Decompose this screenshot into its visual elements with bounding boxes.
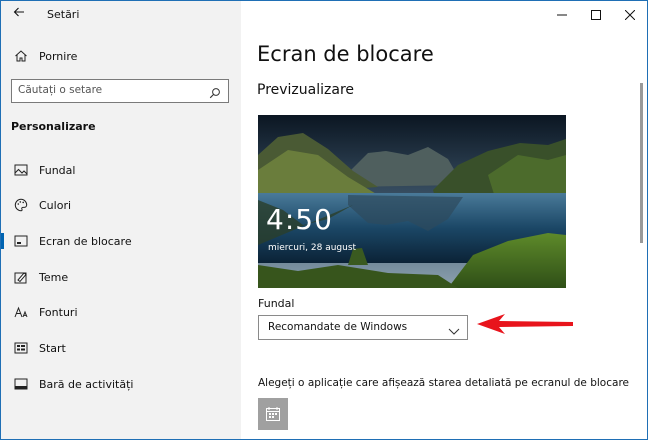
detailed-status-app-label: Alegeți o aplicație care afișează starea… [258,377,629,389]
title-bar: Setări [1,1,241,29]
background-dropdown[interactable]: Recomandate de Windows [258,315,468,340]
nav-home[interactable]: Pornire [1,43,241,69]
nav-home-label: Pornire [39,49,78,63]
themes-icon [12,268,30,286]
sidebar-item-label: Ecran de blocare [39,234,132,248]
preview-clock: 4:50 [266,203,333,236]
maximize-button[interactable] [579,1,613,29]
sidebar-item-label: Teme [39,270,69,284]
sidebar-item-teme[interactable]: Teme [1,263,241,291]
lock-screen-icon [12,232,30,250]
background-label: Fundal [258,297,295,310]
sidebar-item-label: Fundal [39,163,76,177]
sidebar: Setări Pornire Personalizare Fundal [1,1,241,439]
maximize-icon [591,10,601,20]
sidebar-item-ecran-de-blocare[interactable]: Ecran de blocare [1,227,241,255]
image-icon [12,161,30,179]
minimize-icon [557,14,567,16]
page-title: Ecran de blocare [257,42,434,66]
sidebar-item-fonturi[interactable]: Fonturi [1,298,241,326]
chevron-down-icon [448,322,460,335]
sidebar-item-label: Fonturi [39,305,78,319]
home-icon [12,47,30,65]
sidebar-item-bara-de-activitati[interactable]: Bară de activități [1,370,241,398]
back-button[interactable] [9,5,29,25]
taskbar-icon [12,375,30,393]
preview-landscape [258,115,566,288]
lock-screen-preview: 4:50 miercuri, 28 august [258,115,566,288]
background-dropdown-value: Recomandate de Windows [268,321,408,333]
search-box[interactable] [11,79,229,103]
sidebar-item-label: Bară de activități [39,377,134,391]
settings-window: Setări Pornire Personalizare Fundal [0,0,648,440]
scrollbar[interactable] [640,83,643,243]
start-icon [12,339,30,357]
search-input[interactable] [18,84,203,96]
close-icon [625,10,635,20]
app-title: Setări [47,8,80,21]
back-arrow-icon [13,7,24,17]
font-icon [12,303,30,321]
palette-icon [12,196,30,214]
preview-date: miercuri, 28 august [268,243,357,253]
preview-heading: Previzualizare [257,82,355,98]
annotation-arrow-icon [477,314,573,334]
sidebar-item-label: Culori [39,198,72,212]
section-title: Personalizare [11,120,96,133]
sidebar-item-fundal[interactable]: Fundal [1,156,241,184]
sidebar-item-start[interactable]: Start [1,334,241,362]
search-icon[interactable] [209,84,223,99]
main-content: Ecran de blocare Previzualizare 4:50 mie… [241,1,647,439]
window-controls [545,1,647,29]
calendar-app-button[interactable] [258,398,288,430]
sidebar-item-label: Start [39,341,66,355]
close-button[interactable] [613,1,647,29]
minimize-button[interactable] [545,1,579,29]
sidebar-item-culori[interactable]: Culori [1,191,241,219]
calendar-icon [266,407,280,421]
